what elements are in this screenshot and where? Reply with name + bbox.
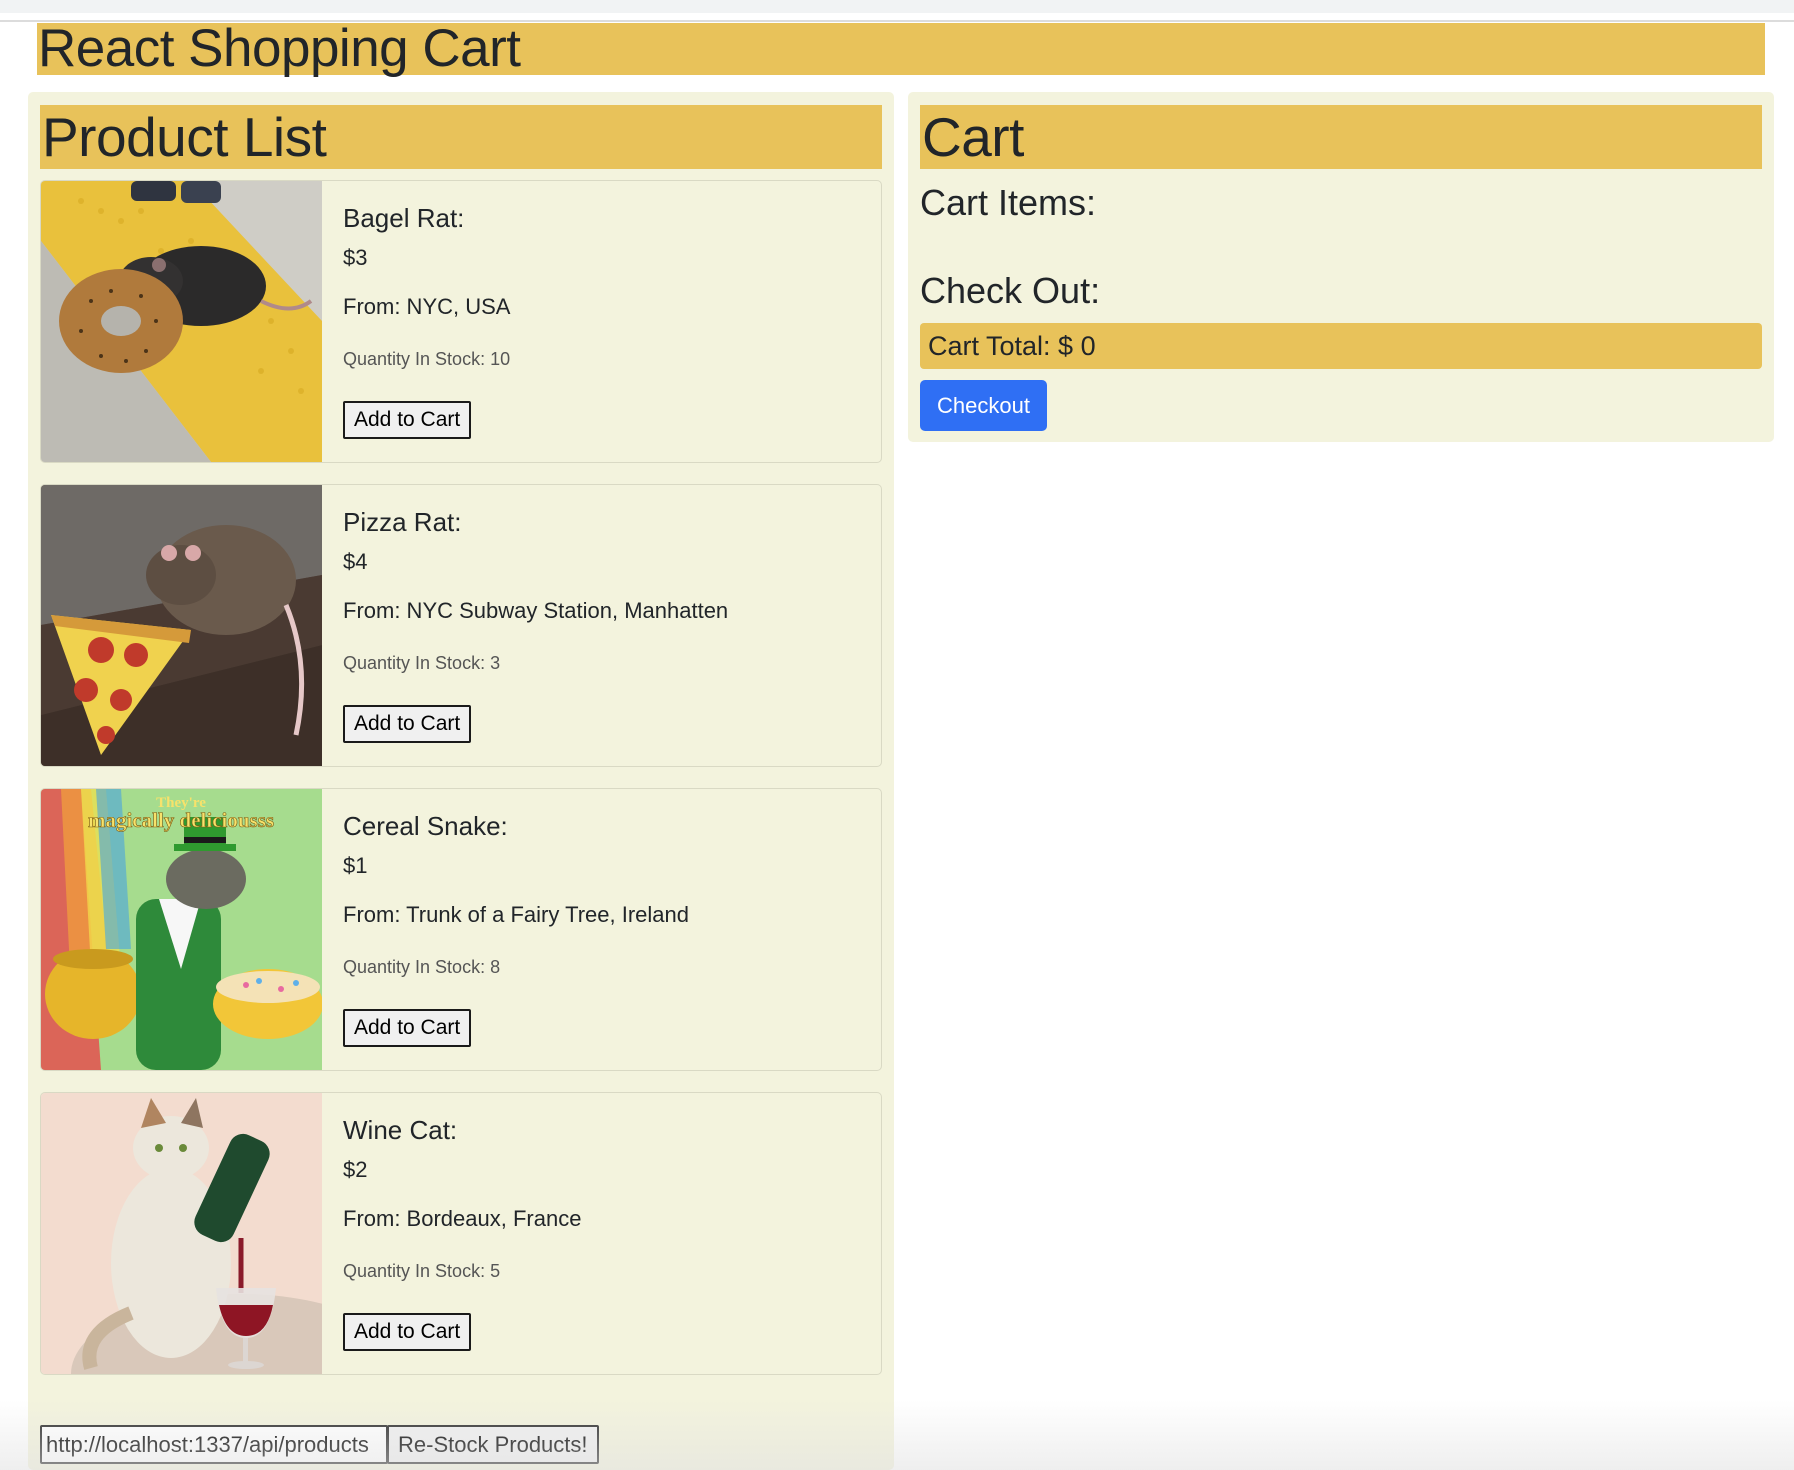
restock-button[interactable]: Re-Stock Products! <box>387 1425 599 1464</box>
product-name: Wine Cat: <box>343 1115 458 1145</box>
product-price: $2 <box>343 1157 368 1182</box>
cereal-main-text: magically deliciousss <box>88 808 274 832</box>
product-price: $1 <box>343 853 368 878</box>
product-card-pizza-rat: Pizza Rat: $4 From: NYC Subway Station, … <box>40 484 882 767</box>
product-card-wine-cat: Wine Cat: $2 From: Bordeaux, France Quan… <box>40 1092 882 1375</box>
cart-items-label: Cart Items: <box>920 182 1097 223</box>
product-price: $3 <box>343 245 368 270</box>
product-origin: From: NYC, USA <box>343 294 511 319</box>
browser-top-strip <box>0 0 1794 13</box>
cart-heading: Cart <box>920 105 1762 169</box>
product-list-panel: Product List Bagel Rat: $3 From: NYC, US… <box>28 92 894 1470</box>
product-stock: Quantity In Stock: 10 <box>343 349 511 369</box>
product-name: Pizza Rat: <box>343 507 462 537</box>
cart-panel: Cart Cart Items: Check Out: Cart Total: … <box>908 92 1774 442</box>
api-url-input[interactable] <box>40 1425 388 1464</box>
product-list-heading: Product List <box>40 105 882 169</box>
checkout-button[interactable]: Checkout <box>920 380 1047 431</box>
pizza-rat-image <box>41 485 322 766</box>
product-name: Bagel Rat: <box>343 203 465 233</box>
checkout-label: Check Out: <box>920 270 1101 311</box>
add-to-cart-button[interactable]: Add to Cart <box>343 705 472 743</box>
wine-cat-image <box>41 1093 322 1374</box>
product-stock: Quantity In Stock: 8 <box>343 957 501 977</box>
product-card-cereal-snake: They're magically deliciousss Cereal Sna… <box>40 788 882 1071</box>
product-name: Cereal Snake: <box>343 811 508 841</box>
product-stock: Quantity In Stock: 5 <box>343 1261 501 1281</box>
product-stock: Quantity In Stock: 3 <box>343 653 501 673</box>
bagel-rat-image <box>41 181 322 462</box>
product-origin: From: Bordeaux, France <box>343 1206 582 1231</box>
app-title: React Shopping Cart <box>37 22 1765 75</box>
cart-total: Cart Total: $ 0 <box>920 323 1762 369</box>
add-to-cart-button[interactable]: Add to Cart <box>343 1313 472 1351</box>
add-to-cart-button[interactable]: Add to Cart <box>343 1009 472 1047</box>
add-to-cart-button[interactable]: Add to Cart <box>343 401 472 439</box>
cereal-snake-image: They're magically deliciousss <box>41 789 322 1070</box>
product-origin: From: Trunk of a Fairy Tree, Ireland <box>343 902 690 927</box>
product-card-bagel-rat: Bagel Rat: $3 From: NYC, USA Quantity In… <box>40 180 882 463</box>
product-origin: From: NYC Subway Station, Manhatten <box>343 598 729 623</box>
product-price: $4 <box>343 549 368 574</box>
